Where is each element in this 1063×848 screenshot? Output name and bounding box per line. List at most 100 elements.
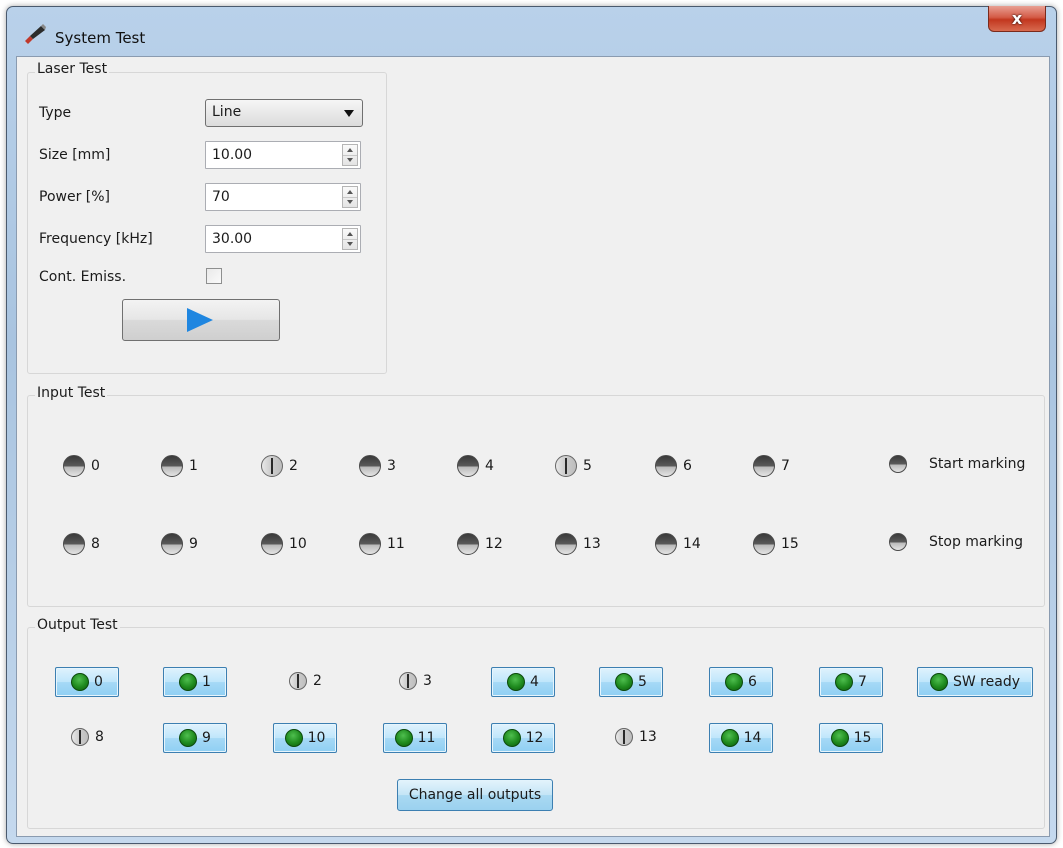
input-test-group <box>27 395 1045 607</box>
status-led-icon <box>161 455 183 477</box>
output-number: 0 <box>94 674 103 690</box>
output-toggle-button[interactable]: 15 <box>819 723 883 753</box>
start-laser-test-button[interactable] <box>122 299 280 341</box>
status-led-icon <box>720 729 739 747</box>
status-led-icon <box>835 673 854 691</box>
type-dropdown[interactable]: Line <box>205 99 363 127</box>
change-all-outputs-button[interactable]: Change all outputs <box>397 779 553 811</box>
input-number: 2 <box>289 458 298 474</box>
status-led-icon <box>394 729 413 747</box>
status-led-icon <box>889 533 907 551</box>
change-all-outputs-label: Change all outputs <box>408 787 542 803</box>
output-toggle-button[interactable]: 7 <box>819 667 883 697</box>
input-test-title: Input Test <box>35 385 108 401</box>
input-number: 14 <box>683 536 701 552</box>
input-number: 11 <box>387 536 405 552</box>
input-number: 6 <box>683 458 692 474</box>
output-number: 7 <box>858 674 867 690</box>
status-led-icon <box>71 673 90 691</box>
status-led-icon <box>63 533 85 555</box>
input-indicator: 1 <box>161 455 198 477</box>
input-indicator: 3 <box>359 455 396 477</box>
size-spinbox[interactable]: 10.00 <box>205 141 361 169</box>
status-led-icon <box>359 455 381 477</box>
output-toggle-button[interactable]: 1 <box>163 667 227 697</box>
input-indicator: 4 <box>457 455 494 477</box>
input-number: 5 <box>583 458 592 474</box>
play-icon <box>187 308 213 332</box>
cont-emiss-checkbox[interactable] <box>206 268 222 284</box>
output-toggle-button[interactable]: 10 <box>273 723 337 753</box>
title-bar[interactable]: System Test x <box>7 6 1056 57</box>
dialog-content: Laser Test Type Line Size [mm] 10.00 Pow… <box>16 56 1050 837</box>
power-label: Power [%] <box>39 189 111 205</box>
output-toggle-button[interactable]: 5 <box>599 667 663 697</box>
output-toggle-button[interactable]: 11 <box>383 723 447 753</box>
status-led-icon <box>655 533 677 555</box>
output-test-title: Output Test <box>35 617 120 633</box>
output-number: 6 <box>748 674 757 690</box>
input-number: 7 <box>781 458 790 474</box>
status-led-icon <box>179 673 198 691</box>
output-toggle-button[interactable]: 8 <box>71 728 104 746</box>
laser-test-title: Laser Test <box>35 61 110 77</box>
status-led-icon <box>555 455 577 477</box>
power-spinbox[interactable]: 70 <box>205 183 361 211</box>
status-led-icon <box>615 673 634 691</box>
frequency-spinbox[interactable]: 30.00 <box>205 225 361 253</box>
output-toggle-button[interactable]: 4 <box>491 667 555 697</box>
input-indicator: 8 <box>63 533 100 555</box>
size-stepper-buttons[interactable] <box>342 144 358 166</box>
input-indicator: 10 <box>261 533 307 555</box>
output-number: 11 <box>417 730 436 746</box>
cont-emiss-label: Cont. Emiss. <box>39 269 127 285</box>
input-number: 15 <box>781 536 799 552</box>
arrow-down-icon <box>347 242 353 246</box>
arrow-down-icon <box>347 158 353 162</box>
status-led-icon <box>457 455 479 477</box>
arrow-up-icon <box>347 190 353 194</box>
status-led-icon <box>930 673 948 691</box>
input-indicator: 11 <box>359 533 405 555</box>
status-led-icon <box>555 533 577 555</box>
output-toggle-button[interactable]: 2 <box>289 672 322 690</box>
status-led-icon <box>507 673 526 691</box>
arrow-down-icon <box>347 200 353 204</box>
output-number: 4 <box>530 674 539 690</box>
status-led-icon <box>261 455 283 477</box>
input-indicator: 15 <box>753 533 799 555</box>
power-stepper-buttons[interactable] <box>342 186 358 208</box>
start-marking-label: Start marking <box>929 456 1026 472</box>
laser-pen-icon <box>25 24 46 44</box>
output-toggle-button[interactable]: 0 <box>55 667 119 697</box>
chevron-down-icon <box>344 110 354 117</box>
stop-marking-label: Stop marking <box>929 534 1024 550</box>
status-led-icon <box>615 728 633 746</box>
status-led-icon <box>359 533 381 555</box>
frequency-stepper-buttons[interactable] <box>342 228 358 250</box>
status-led-icon <box>161 533 183 555</box>
output-number: 8 <box>95 729 104 745</box>
stop-marking-indicator: Stop marking <box>889 533 1023 551</box>
output-toggle-button[interactable]: 14 <box>709 723 773 753</box>
output-toggle-button[interactable]: 9 <box>163 723 227 753</box>
input-indicator: 12 <box>457 533 503 555</box>
output-toggle-button[interactable]: 12 <box>491 723 555 753</box>
close-button[interactable]: x <box>988 6 1046 32</box>
output-toggle-button[interactable]: 13 <box>615 728 657 746</box>
input-number: 12 <box>485 536 503 552</box>
type-dropdown-value: Line <box>212 104 242 120</box>
output-toggle-button[interactable]: 3 <box>399 672 432 690</box>
output-toggle-button[interactable]: 6 <box>709 667 773 697</box>
size-label: Size [mm] <box>39 147 111 163</box>
status-led-icon <box>261 533 283 555</box>
output-number: 10 <box>307 730 326 746</box>
output-number: 2 <box>313 673 322 689</box>
start-marking-indicator: Start marking <box>889 455 1025 473</box>
status-led-icon <box>399 672 417 690</box>
sw-ready-button[interactable]: SW ready <box>917 667 1033 697</box>
output-number: 3 <box>423 673 432 689</box>
output-number: 9 <box>202 730 211 746</box>
status-led-icon <box>284 729 303 747</box>
output-number: 13 <box>639 729 657 745</box>
